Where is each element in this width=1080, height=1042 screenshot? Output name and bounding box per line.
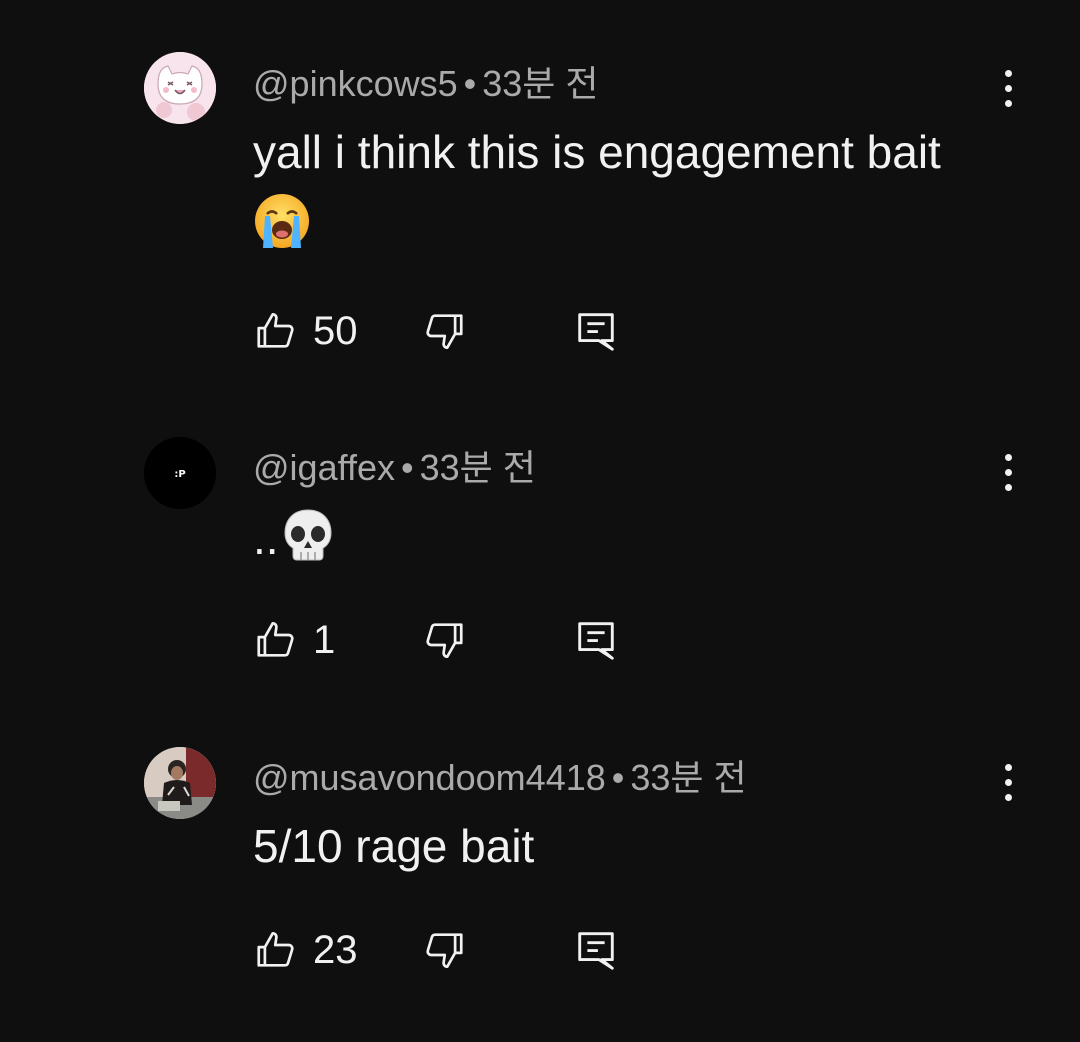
timestamp: 33분 전 <box>630 757 747 798</box>
more-button[interactable] <box>990 758 1026 806</box>
like-button[interactable]: 23 <box>253 925 358 975</box>
reply-button[interactable] <box>573 925 619 975</box>
comment-actions: 23 <box>253 925 673 975</box>
thumbs-up-icon <box>253 617 299 663</box>
dislike-button[interactable] <box>421 615 467 665</box>
more-vertical-icon <box>1004 763 1012 771</box>
more-vertical-icon-dot <box>1004 99 1012 107</box>
more-vertical-icon <box>1004 453 1012 461</box>
dislike-button[interactable] <box>421 925 467 975</box>
reply-button[interactable] <box>573 615 619 665</box>
person-photo-avatar-icon <box>144 747 216 819</box>
text-avatar-icon: :P <box>144 437 216 509</box>
timestamp: 33분 전 <box>482 63 599 104</box>
comment-text: 5/10 rage bait <box>253 810 973 882</box>
separator-dot: • <box>463 63 477 104</box>
thumbs-down-icon <box>421 308 467 354</box>
more-vertical-icon-dot <box>1004 483 1012 491</box>
like-count: 1 <box>313 617 336 662</box>
comment-text: .. <box>253 502 973 584</box>
comment-text-content: yall i think this is engagement bait <box>253 126 941 178</box>
reply-button[interactable] <box>573 306 619 356</box>
comment-text-content: 5/10 rage bait <box>253 820 535 872</box>
like-count: 50 <box>313 308 358 353</box>
like-count: 23 <box>313 927 358 972</box>
reply-comment-icon <box>573 927 619 973</box>
timestamp: 33분 전 <box>419 447 536 488</box>
thumbs-down-icon <box>421 927 467 973</box>
avatar[interactable] <box>144 747 216 819</box>
more-vertical-icon-dot <box>1004 793 1012 801</box>
comment-meta: @igaffex • 33분 전 <box>253 446 536 490</box>
dislike-button[interactable] <box>421 306 467 356</box>
username[interactable]: @pinkcows5 <box>253 63 458 104</box>
more-vertical-icon <box>1004 69 1012 77</box>
more-button[interactable] <box>990 448 1026 496</box>
skull-icon <box>279 506 337 584</box>
more-button[interactable] <box>990 64 1026 112</box>
more-vertical-icon-dot <box>1004 778 1012 786</box>
username[interactable]: @musavondoom4418 <box>253 757 606 798</box>
comment-actions: 50 <box>253 306 673 356</box>
pink-cat-avatar-icon <box>144 52 216 124</box>
reply-comment-icon <box>573 617 619 663</box>
thumbs-up-icon <box>253 927 299 973</box>
comment-text: yall i think this is engagement bait <box>253 116 973 270</box>
more-vertical-icon-dot <box>1004 468 1012 476</box>
avatar[interactable]: :P <box>144 437 216 509</box>
comment-actions: 1 <box>253 615 673 665</box>
more-vertical-icon-dot <box>1004 84 1012 92</box>
comment-text-content: .. <box>253 512 279 564</box>
like-button[interactable]: 1 <box>253 615 335 665</box>
thumbs-up-icon <box>253 308 299 354</box>
username[interactable]: @igaffex <box>253 447 395 488</box>
avatar[interactable] <box>144 52 216 124</box>
avatar-text: :P <box>174 469 185 480</box>
thumbs-down-icon <box>421 617 467 663</box>
comment-meta: @musavondoom4418 • 33분 전 <box>253 756 747 800</box>
loudly-crying-face-icon <box>253 192 311 270</box>
like-button[interactable]: 50 <box>253 306 358 356</box>
separator-dot: • <box>611 757 625 798</box>
separator-dot: • <box>400 447 414 488</box>
reply-comment-icon <box>573 308 619 354</box>
comment-meta: @pinkcows5 • 33분 전 <box>253 62 599 106</box>
